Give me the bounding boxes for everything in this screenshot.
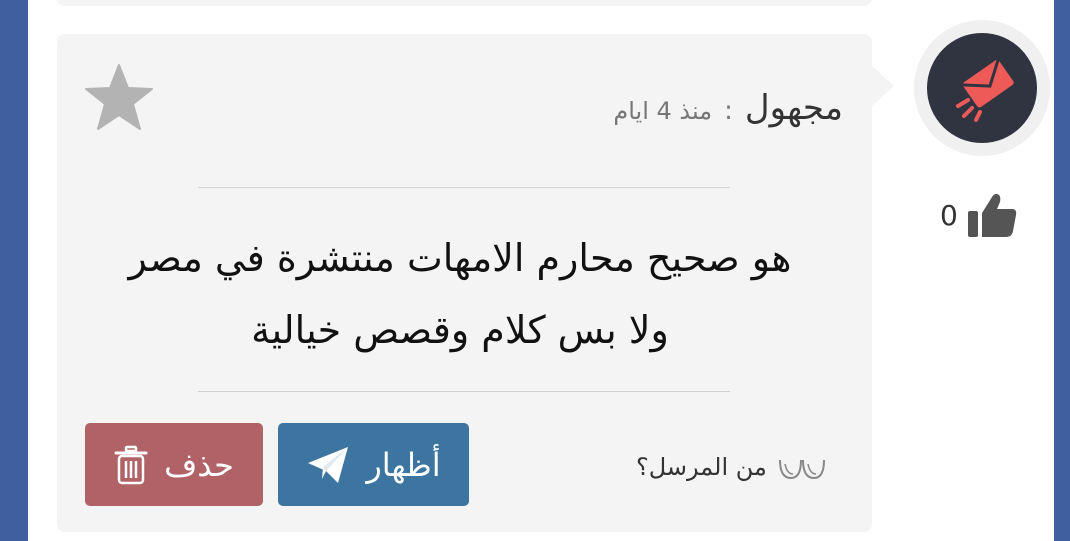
star-icon[interactable] <box>84 63 154 133</box>
divider-bottom <box>198 391 730 392</box>
sender-question: من المرسل؟ <box>636 450 827 484</box>
post-time: منذ 4 ايام <box>613 97 713 125</box>
trash-icon <box>114 445 148 484</box>
message-line-1: هو صحيح محارم الامهات منتشرة في مصر <box>128 236 792 280</box>
meta-separator: : <box>724 96 733 126</box>
previous-message-card <box>57 0 872 6</box>
delete-button-label: حذف <box>164 445 234 484</box>
post-meta: مجهول : منذ 4 ايام <box>613 88 843 128</box>
thumbs-up-icon[interactable] <box>964 187 1020 243</box>
message-text: هو صحيح محارم الامهات منتشرة في مصر ولا … <box>90 222 830 366</box>
author-name: مجهول <box>744 88 843 128</box>
message-line-2: ولا بس كلام وقصص خيالية <box>251 308 669 352</box>
show-sender-button[interactable]: أظهار <box>278 423 469 506</box>
divider-top <box>198 187 730 188</box>
like-count: 0 <box>940 198 958 232</box>
show-button-label: أظهار <box>366 445 441 484</box>
eyes-icon <box>778 459 825 480</box>
delete-button[interactable]: حذف <box>85 423 263 506</box>
card-pointer <box>872 66 894 106</box>
sender-question-text: من المرسل؟ <box>636 453 767 481</box>
envelope-icon <box>956 59 1014 122</box>
paper-plane-icon <box>308 446 349 483</box>
like-counter: 0 <box>940 185 1020 245</box>
avatar <box>927 33 1037 143</box>
